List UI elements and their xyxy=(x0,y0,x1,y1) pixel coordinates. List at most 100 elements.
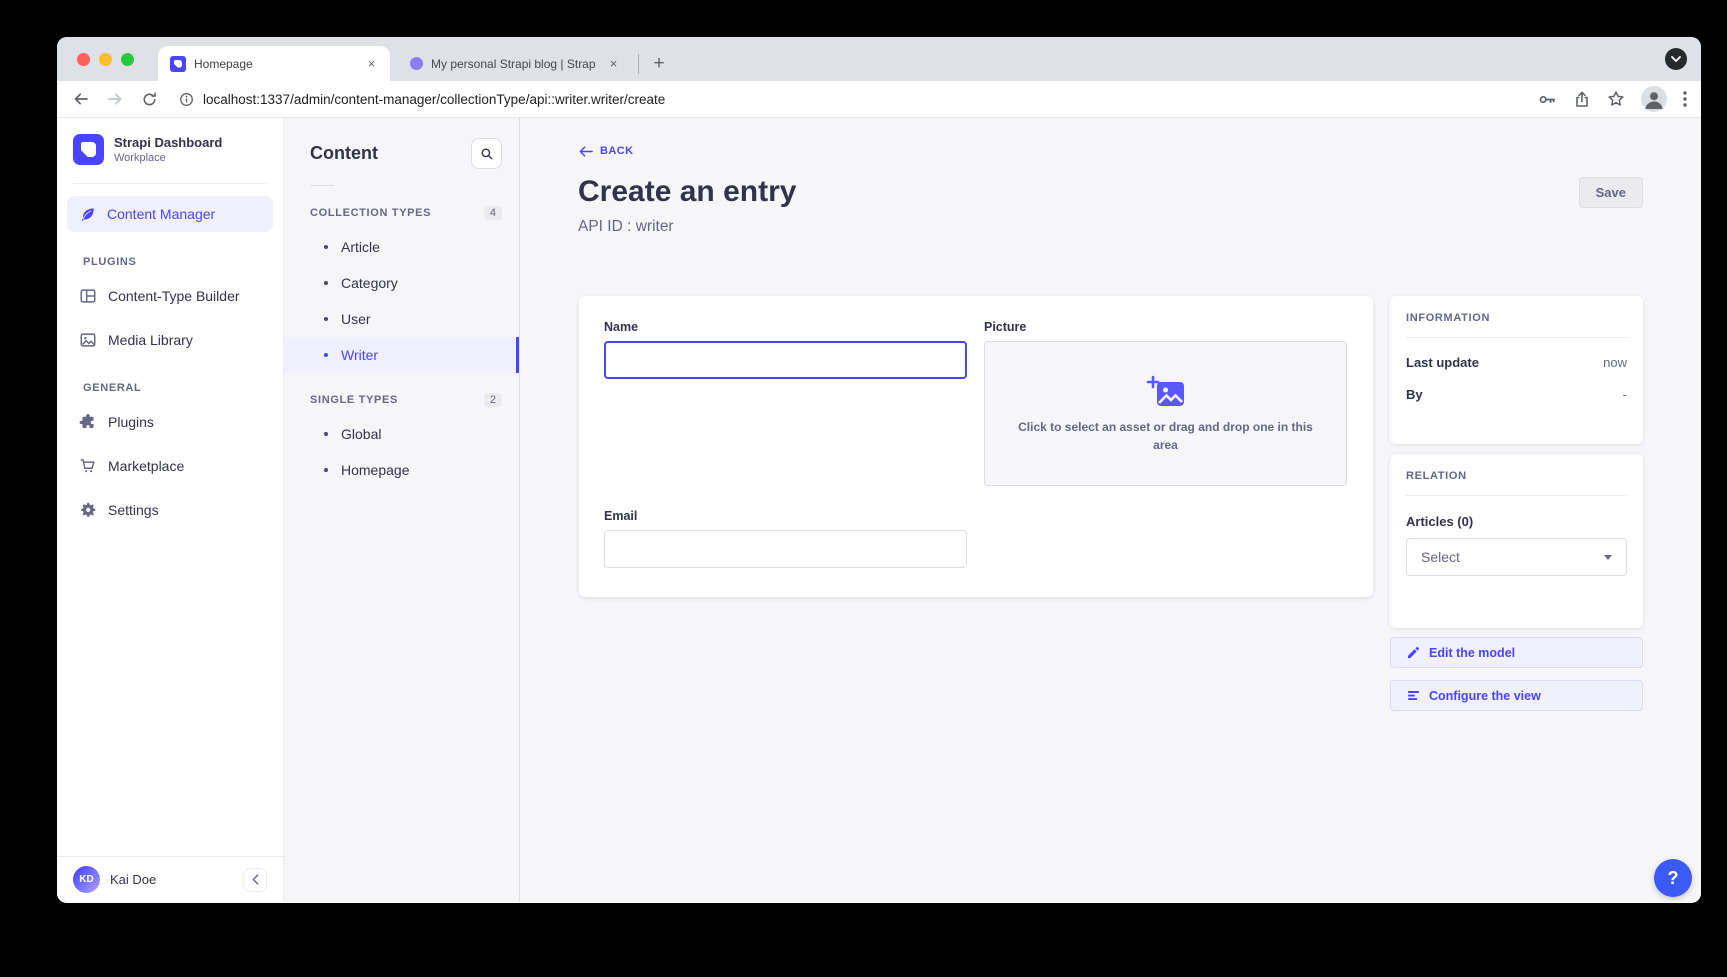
configure-view-label: Configure the view xyxy=(1429,689,1541,703)
sidebar-item-media-library[interactable]: Media Library xyxy=(67,322,273,358)
tab-separator xyxy=(638,54,639,74)
bookmark-button[interactable] xyxy=(1607,90,1625,108)
workspace-brand[interactable]: Strapi Dashboard Workplace xyxy=(57,118,283,175)
bullet-icon xyxy=(324,245,328,249)
tab-close-icon[interactable]: × xyxy=(605,55,622,72)
reload-button[interactable] xyxy=(139,89,159,109)
sidebar-item-label: Plugins xyxy=(108,414,154,430)
save-button[interactable]: Save xyxy=(1579,177,1643,208)
layout-icon xyxy=(79,287,97,305)
subnav-item-article[interactable]: Article xyxy=(284,229,519,265)
address-bar[interactable]: localhost:1337/admin/content-manager/col… xyxy=(179,92,665,107)
divider xyxy=(1406,337,1627,338)
tab-strip: Homepage × My personal Strapi blog | Str… xyxy=(57,37,1701,81)
add-image-icon xyxy=(1146,374,1186,408)
tab-homepage[interactable]: Homepage × xyxy=(158,46,390,81)
sidebar-item-settings[interactable]: Settings xyxy=(67,492,273,528)
back-arrow-icon xyxy=(72,90,90,108)
content-subnav: Content COLLECTION TYPES 4 Article Categ… xyxy=(284,118,520,902)
image-icon xyxy=(79,331,97,349)
tab-search-button[interactable] xyxy=(1665,48,1687,70)
toolbar-actions xyxy=(1538,86,1687,112)
window-controls xyxy=(77,37,134,81)
name-input[interactable] xyxy=(604,341,967,379)
subnav-item-global[interactable]: Global xyxy=(284,416,519,452)
edit-model-button[interactable]: Edit the model xyxy=(1390,637,1643,668)
search-button[interactable] xyxy=(471,138,502,169)
zoom-window-button[interactable] xyxy=(121,53,134,66)
strapi-admin-app: Strapi Dashboard Workplace Content Manag… xyxy=(57,118,1701,902)
subnav-item-label: Global xyxy=(341,426,381,442)
tab-title: Homepage xyxy=(194,57,355,71)
entry-form-card: Name Picture Click to select an asset or… xyxy=(579,296,1373,597)
info-value: - xyxy=(1623,387,1627,402)
sidebar-item-content-manager[interactable]: Content Manager xyxy=(67,196,273,232)
feather-pen-icon xyxy=(79,206,96,223)
dropzone-text: Click to select an asset or drag and dro… xyxy=(1016,418,1316,454)
key-icon xyxy=(1538,90,1557,109)
configure-view-button[interactable]: Configure the view xyxy=(1390,680,1643,711)
info-label: By xyxy=(1406,387,1423,402)
main-sidebar: Strapi Dashboard Workplace Content Manag… xyxy=(57,118,284,902)
password-key-button[interactable] xyxy=(1538,90,1557,109)
user-avatar: KD xyxy=(73,866,100,893)
sidebar-item-label: Settings xyxy=(108,502,159,518)
subnav-item-writer[interactable]: Writer xyxy=(284,337,519,373)
user-name: Kai Doe xyxy=(110,872,156,887)
new-tab-button[interactable]: + xyxy=(645,50,673,78)
sidebar-item-content-type-builder[interactable]: Content-Type Builder xyxy=(67,278,273,314)
sidebar-item-plugins[interactable]: Plugins xyxy=(67,404,273,440)
bullet-icon xyxy=(324,281,328,285)
back-button[interactable] xyxy=(71,89,91,109)
tab-title: My personal Strapi blog | Strap xyxy=(431,57,597,71)
page-title: Create an entry xyxy=(578,175,796,209)
forward-button[interactable] xyxy=(105,89,125,109)
articles-select[interactable]: Select xyxy=(1406,538,1627,576)
blog-favicon-icon xyxy=(410,57,423,70)
close-window-button[interactable] xyxy=(77,53,90,66)
forward-arrow-icon xyxy=(106,90,124,108)
edit-model-label: Edit the model xyxy=(1429,646,1515,660)
profile-avatar-icon xyxy=(1641,86,1667,112)
email-input[interactable] xyxy=(604,530,967,568)
subnav-item-category[interactable]: Category xyxy=(284,265,519,301)
pencil-icon xyxy=(1407,646,1420,659)
profile-button[interactable] xyxy=(1641,86,1667,112)
tab-blog[interactable]: My personal Strapi blog | Strap × xyxy=(398,46,632,81)
url-text[interactable]: localhost:1337/admin/content-manager/col… xyxy=(203,92,665,107)
collapse-sidebar-button[interactable] xyxy=(243,868,267,892)
puzzle-icon xyxy=(79,413,97,431)
relation-header: RELATION xyxy=(1406,470,1627,482)
group-label: SINGLE TYPES xyxy=(310,394,398,406)
information-header: INFORMATION xyxy=(1406,312,1627,324)
share-button[interactable] xyxy=(1573,90,1591,108)
workspace-subtitle: Workplace xyxy=(114,152,222,164)
help-button[interactable]: ? xyxy=(1654,859,1692,897)
minimize-window-button[interactable] xyxy=(99,53,112,66)
tab-close-icon[interactable]: × xyxy=(363,55,380,72)
bullet-icon xyxy=(324,353,328,357)
picture-dropzone[interactable]: Click to select an asset or drag and dro… xyxy=(984,341,1347,486)
divider xyxy=(310,185,334,186)
back-link[interactable]: BACK xyxy=(579,145,634,157)
sidebar-item-label: Marketplace xyxy=(108,458,184,474)
user-profile-row[interactable]: KD Kai Doe xyxy=(57,856,283,902)
sidebar-item-marketplace[interactable]: Marketplace xyxy=(67,448,273,484)
subnav-item-user[interactable]: User xyxy=(284,301,519,337)
page-info-icon xyxy=(179,92,194,107)
sidebar-item-label: Content Manager xyxy=(107,206,215,222)
sidebar-section-plugins: PLUGINS xyxy=(83,256,257,268)
information-panel: INFORMATION Last update now By - xyxy=(1390,296,1643,444)
browser-menu-button[interactable] xyxy=(1683,91,1687,107)
browser-window: Homepage × My personal Strapi blog | Str… xyxy=(57,37,1701,903)
count-badge: 2 xyxy=(484,393,502,407)
api-id-subtitle: API ID : writer xyxy=(578,218,674,236)
strapi-favicon-icon xyxy=(170,56,186,72)
bullet-icon xyxy=(324,468,328,472)
subnav-item-label: Article xyxy=(341,239,380,255)
group-label: COLLECTION TYPES xyxy=(310,207,431,219)
count-badge: 4 xyxy=(484,206,502,220)
subnav-item-label: Writer xyxy=(341,347,378,363)
subnav-item-homepage[interactable]: Homepage xyxy=(284,452,519,488)
divider xyxy=(1406,495,1627,496)
